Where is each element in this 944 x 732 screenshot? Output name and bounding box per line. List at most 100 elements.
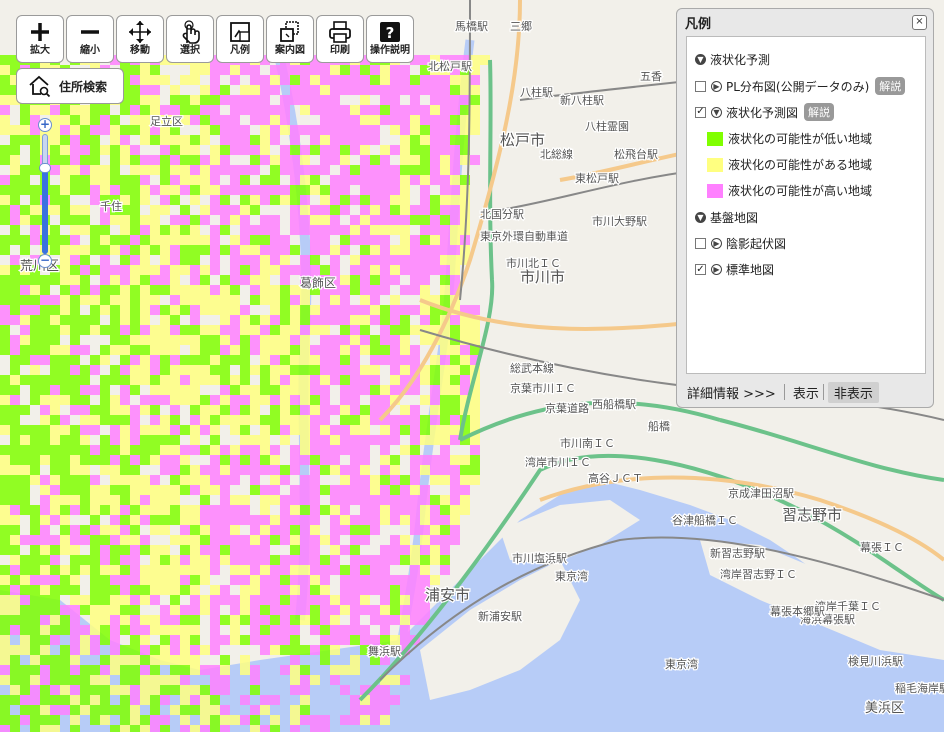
liquefaction-cell (270, 345, 280, 355)
chevron-down-icon[interactable]: ▼ (695, 212, 706, 223)
group-liquefaction[interactable]: ▼ 液状化予測 (695, 51, 770, 68)
zoom-out-button[interactable]: 縮小 (66, 15, 114, 63)
liquefaction-cell (220, 545, 230, 555)
map-label: 東京外環自動車道 (480, 229, 568, 243)
chevron-right-icon[interactable]: ▶ (711, 264, 722, 275)
liquefaction-cell (450, 165, 460, 175)
liquefaction-cell (270, 365, 280, 375)
liquefaction-cell (10, 565, 20, 575)
guide-map-button[interactable]: 案内図 (266, 15, 314, 63)
liquefaction-cell (210, 435, 220, 445)
liquefaction-cell (100, 305, 110, 315)
liquefaction-cell (230, 615, 240, 625)
liquefaction-cell (110, 315, 120, 325)
legend-close-button[interactable]: × (912, 14, 927, 30)
liquefaction-cell (140, 155, 150, 165)
liquefaction-cell (370, 635, 380, 645)
prediction-map-checkbox[interactable]: ✓ (695, 106, 706, 118)
pl-map-help-button[interactable]: 解説 (875, 77, 906, 95)
group-base-map[interactable]: ▼ 基盤地図 (695, 209, 758, 226)
liquefaction-cell (150, 215, 160, 225)
liquefaction-cell (120, 565, 130, 575)
liquefaction-cell (170, 255, 180, 265)
liquefaction-cell (330, 645, 340, 655)
liquefaction-cell (40, 665, 50, 675)
liquefaction-cell (290, 75, 300, 85)
liquefaction-cell (380, 175, 390, 185)
liquefaction-cell (10, 475, 20, 485)
liquefaction-cell (300, 665, 310, 675)
liquefaction-cell (10, 405, 20, 415)
liquefaction-cell (280, 185, 290, 195)
liquefaction-cell (200, 305, 210, 315)
zoom-slider-handle[interactable] (39, 162, 51, 173)
chevron-right-icon[interactable]: ▶ (711, 238, 722, 249)
select-button[interactable]: 選択 (166, 15, 214, 63)
hide-button[interactable]: 非表示 (827, 381, 879, 403)
standard-map-checkbox[interactable]: ✓ (695, 264, 706, 275)
map-label: 八柱霊園 (585, 119, 629, 133)
liquefaction-cell (200, 405, 210, 415)
liquefaction-cell (360, 515, 370, 525)
liquefaction-cell (250, 715, 260, 725)
zoom-slider-plus[interactable]: + (38, 118, 52, 132)
address-search-button[interactable]: 住所検索 (16, 68, 124, 104)
liquefaction-cell (330, 545, 340, 555)
liquefaction-cell (60, 195, 70, 205)
liquefaction-cell (400, 175, 410, 185)
liquefaction-cell (290, 195, 300, 205)
liquefaction-cell (430, 535, 440, 545)
liquefaction-cell (170, 375, 180, 385)
liquefaction-cell (350, 195, 360, 205)
liquefaction-cell (120, 275, 130, 285)
liquefaction-cell (40, 625, 50, 635)
print-button[interactable]: 印刷 (316, 15, 364, 63)
liquefaction-cell (360, 435, 370, 445)
zoom-slider[interactable]: + − (36, 118, 54, 270)
liquefaction-cell (310, 235, 320, 245)
move-button[interactable]: 移動 (116, 15, 164, 63)
liquefaction-cell (430, 75, 440, 85)
liquefaction-cell (110, 245, 120, 255)
show-button[interactable]: 表示 (793, 383, 819, 402)
zoom-in-button[interactable]: 拡大 (16, 15, 64, 63)
liquefaction-cell (380, 425, 390, 435)
liquefaction-cell (150, 65, 160, 75)
liquefaction-cell (390, 535, 400, 545)
liquefaction-cell (180, 725, 190, 732)
liquefaction-cell (150, 225, 160, 235)
prediction-map-help-button[interactable]: 解説 (804, 103, 835, 121)
chevron-right-icon[interactable]: ▶ (711, 80, 722, 92)
help-button[interactable]: ? 操作説明 (366, 15, 414, 63)
liquefaction-cell (30, 275, 40, 285)
map-label: 北総線 (540, 147, 573, 161)
liquefaction-cell (360, 405, 370, 415)
liquefaction-cell (260, 125, 270, 135)
liquefaction-cell (310, 395, 320, 405)
liquefaction-cell (350, 705, 360, 715)
details-link[interactable]: 詳細情報 >>> (687, 383, 776, 402)
liquefaction-cell (310, 225, 320, 235)
liquefaction-cell (230, 105, 240, 115)
legend-button[interactable]: 凡例 (216, 15, 264, 63)
liquefaction-cell (190, 515, 200, 525)
liquefaction-cell (290, 85, 300, 95)
liquefaction-cell (70, 475, 80, 485)
liquefaction-cell (400, 85, 410, 95)
zoom-slider-minus[interactable]: − (38, 254, 52, 268)
relief-checkbox[interactable] (695, 238, 706, 249)
liquefaction-cell (190, 525, 200, 535)
pl-map-checkbox[interactable] (695, 80, 706, 92)
liquefaction-cell (290, 645, 300, 655)
liquefaction-cell (320, 245, 330, 255)
liquefaction-cell (60, 415, 70, 425)
chevron-down-icon[interactable]: ▼ (711, 106, 722, 118)
liquefaction-cell (330, 85, 340, 95)
liquefaction-cell (40, 555, 50, 565)
liquefaction-cell (80, 565, 90, 575)
chevron-down-icon[interactable]: ▼ (695, 54, 706, 65)
liquefaction-cell (290, 375, 300, 385)
liquefaction-cell (60, 485, 70, 495)
liquefaction-cell (330, 605, 340, 615)
liquefaction-cell (390, 145, 400, 155)
